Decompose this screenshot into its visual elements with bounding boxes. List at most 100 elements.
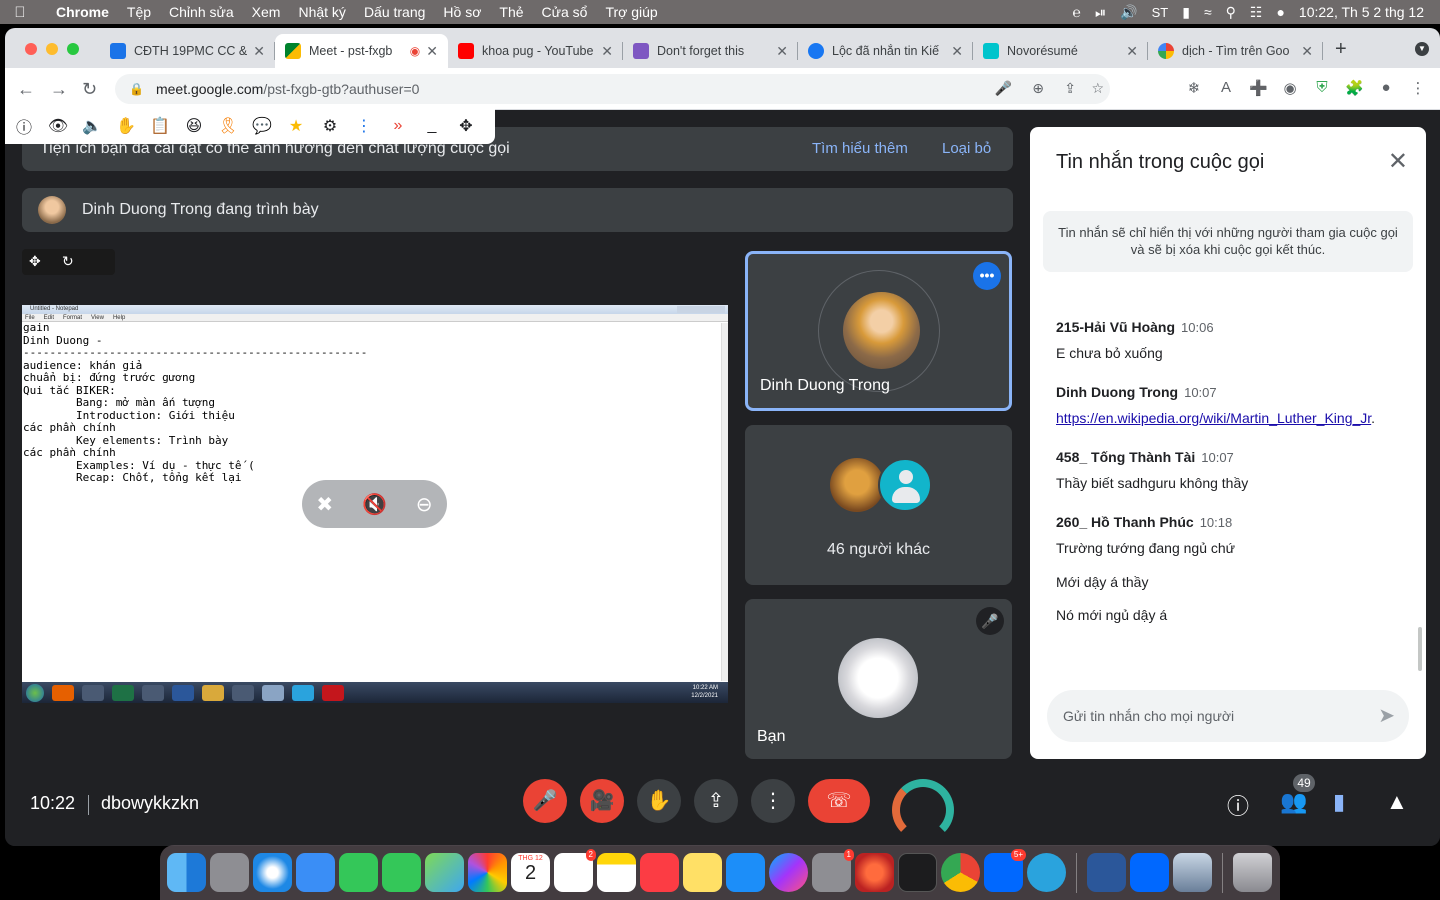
tab-novoresume[interactable]: Novorésumé ✕: [973, 34, 1148, 68]
notes-icon[interactable]: 📋: [149, 116, 171, 136]
play-icon[interactable]: ⏯: [1095, 4, 1106, 21]
bluetooth-icon[interactable]: ℮: [1073, 4, 1081, 20]
star-icon[interactable]: ★: [285, 116, 307, 136]
back-button[interactable]: ←: [17, 79, 35, 100]
notepad-window-buttons[interactable]: [677, 306, 725, 313]
folder-icon[interactable]: [142, 684, 164, 701]
notepad-menu-view[interactable]: View: [91, 314, 104, 321]
search-icon[interactable]: ⚲: [1226, 4, 1236, 21]
extension-plus-icon[interactable]: ➕: [1249, 79, 1268, 97]
tab-dont-forget[interactable]: Don't forget this ✕: [623, 34, 798, 68]
status-badge[interactable]: ST: [1152, 5, 1169, 20]
new-tab-button[interactable]: +: [1335, 38, 1347, 61]
media-icon[interactable]: [82, 684, 104, 701]
eye-icon[interactable]: 👁: [47, 116, 69, 136]
more-vert-icon[interactable]: ⋮: [353, 116, 375, 136]
more-options-button[interactable]: ⋮: [751, 779, 795, 823]
extensions-puzzle-icon[interactable]: 🧩: [1345, 79, 1364, 97]
menu-tab[interactable]: Thẻ: [490, 4, 532, 20]
reminders-icon[interactable]: 2: [554, 849, 596, 892]
chat-icon[interactable]: ▮: [1333, 789, 1345, 815]
tab-facebook[interactable]: Lộc đã nhắn tin Kiế ✕: [798, 34, 973, 68]
chrome-icon[interactable]: [232, 684, 254, 701]
forward-button[interactable]: →: [50, 79, 68, 100]
notepad-menu-edit[interactable]: Edit: [44, 314, 54, 321]
share-icon[interactable]: ⇪: [1064, 80, 1076, 97]
send-icon[interactable]: ➤: [1378, 703, 1395, 728]
chrome-dock-icon[interactable]: [941, 853, 980, 892]
extension-bug-icon[interactable]: ❄: [1185, 79, 1203, 97]
tile-presenter[interactable]: ••• Dinh Duong Trong: [745, 251, 1012, 411]
word-icon[interactable]: [172, 684, 194, 701]
safari-icon[interactable]: [253, 853, 292, 892]
extension-a-icon[interactable]: A: [1217, 79, 1235, 97]
close-tab-icon[interactable]: ✕: [601, 43, 613, 60]
menu-help[interactable]: Trợ giúp: [596, 4, 666, 20]
telegram-icon[interactable]: [292, 684, 314, 701]
tab-meet[interactable]: Meet - pst-fxgb ◉ ✕: [275, 34, 448, 68]
raise-hand-icon[interactable]: ✋: [115, 116, 137, 136]
address-bar[interactable]: 🔒 meet.google.com/pst-fxgb-gtb?authuser=…: [115, 74, 1110, 104]
minimize-icon[interactable]: _: [421, 117, 443, 135]
menu-history[interactable]: Nhật ký: [289, 4, 354, 20]
zalo-icon[interactable]: 5+: [984, 849, 1026, 892]
chat-bubble-icon[interactable]: 💬: [251, 116, 273, 136]
menu-bookmarks[interactable]: Dấu trang: [355, 4, 434, 20]
tab-cdth[interactable]: CĐTH 19PMC CC & ✕: [100, 34, 275, 68]
close-tab-icon[interactable]: ✕: [426, 43, 438, 60]
launchpad-icon[interactable]: [210, 853, 249, 892]
close-tab-icon[interactable]: ✕: [1301, 43, 1313, 60]
dismiss-button[interactable]: Loại bỏ: [942, 140, 991, 157]
windows-clock[interactable]: 10:22 AM 12/2/2021: [691, 684, 718, 700]
tile-self[interactable]: 🎤 Bạn: [745, 599, 1012, 759]
message-link[interactable]: https://en.wikipedia.org/wiki/Martin_Lut…: [1056, 410, 1371, 426]
system-preferences-icon[interactable]: 1: [812, 849, 854, 892]
learn-more-link[interactable]: Tìm hiểu thêm: [812, 140, 908, 157]
menu-profiles[interactable]: Hồ sơ: [434, 4, 490, 20]
present-screen-button[interactable]: ⇪: [694, 779, 738, 823]
notepad-menu-help[interactable]: Help: [113, 314, 125, 321]
gear-icon[interactable]: ⚙: [319, 116, 341, 136]
compass-icon[interactable]: [855, 853, 894, 892]
maps-icon[interactable]: [425, 853, 464, 892]
zalo-window-icon[interactable]: [1130, 853, 1169, 892]
preview-window-icon[interactable]: [1173, 853, 1212, 892]
photos-icon[interactable]: [468, 853, 507, 892]
trash-icon[interactable]: [1233, 853, 1272, 892]
lock-icon[interactable]: 🔒: [129, 82, 144, 96]
meeting-code[interactable]: dbowykkzkn: [101, 793, 199, 814]
excel-icon[interactable]: [112, 684, 134, 701]
remove-icon[interactable]: ⊖: [416, 492, 433, 517]
profile-avatar[interactable]: ●: [1377, 79, 1395, 97]
move-icon[interactable]: ✥: [455, 116, 477, 136]
notepad-menu-file[interactable]: File: [25, 314, 35, 321]
extension-shield-icon[interactable]: ⛨: [1313, 79, 1331, 97]
close-tab-icon[interactable]: ✕: [776, 43, 788, 60]
microphone-icon[interactable]: 🎤: [995, 80, 1012, 97]
notepad-scrollbar[interactable]: [721, 323, 728, 681]
bookmark-star-icon[interactable]: ☆: [1091, 80, 1104, 97]
notes-icon[interactable]: [597, 853, 636, 892]
apple-icon[interactable]: : [0, 4, 40, 21]
acrobat-icon[interactable]: [322, 684, 344, 701]
messenger-icon[interactable]: [769, 853, 808, 892]
mic-off-button[interactable]: 🎤: [523, 779, 567, 823]
emoji-icon[interactable]: 😆: [183, 116, 205, 136]
double-chevron-icon[interactable]: »: [387, 117, 409, 135]
siri-icon[interactable]: ●: [1276, 4, 1284, 20]
leave-call-button[interactable]: ☏: [808, 779, 870, 823]
control-center-icon[interactable]: ☷: [1250, 4, 1263, 21]
chat-scrollbar[interactable]: [1418, 627, 1422, 671]
facetime-icon[interactable]: [339, 853, 378, 892]
menu-chrome[interactable]: Chrome: [40, 4, 118, 20]
wifi-icon[interactable]: ≈: [1204, 4, 1212, 20]
volume-off-icon[interactable]: 🔇: [362, 492, 387, 517]
datetime[interactable]: 10:22, Th 5 2 thg 12: [1299, 4, 1424, 20]
battery-icon[interactable]: ▮: [1182, 4, 1190, 21]
more-options-button[interactable]: •••: [973, 262, 1001, 290]
menu-edit[interactable]: Chỉnh sửa: [160, 4, 243, 20]
participants-icon[interactable]: 👥: [1280, 789, 1307, 815]
messages-icon[interactable]: [382, 853, 421, 892]
stickies-icon[interactable]: [683, 853, 722, 892]
fullscreen-move-icon[interactable]: ✥: [29, 253, 41, 270]
